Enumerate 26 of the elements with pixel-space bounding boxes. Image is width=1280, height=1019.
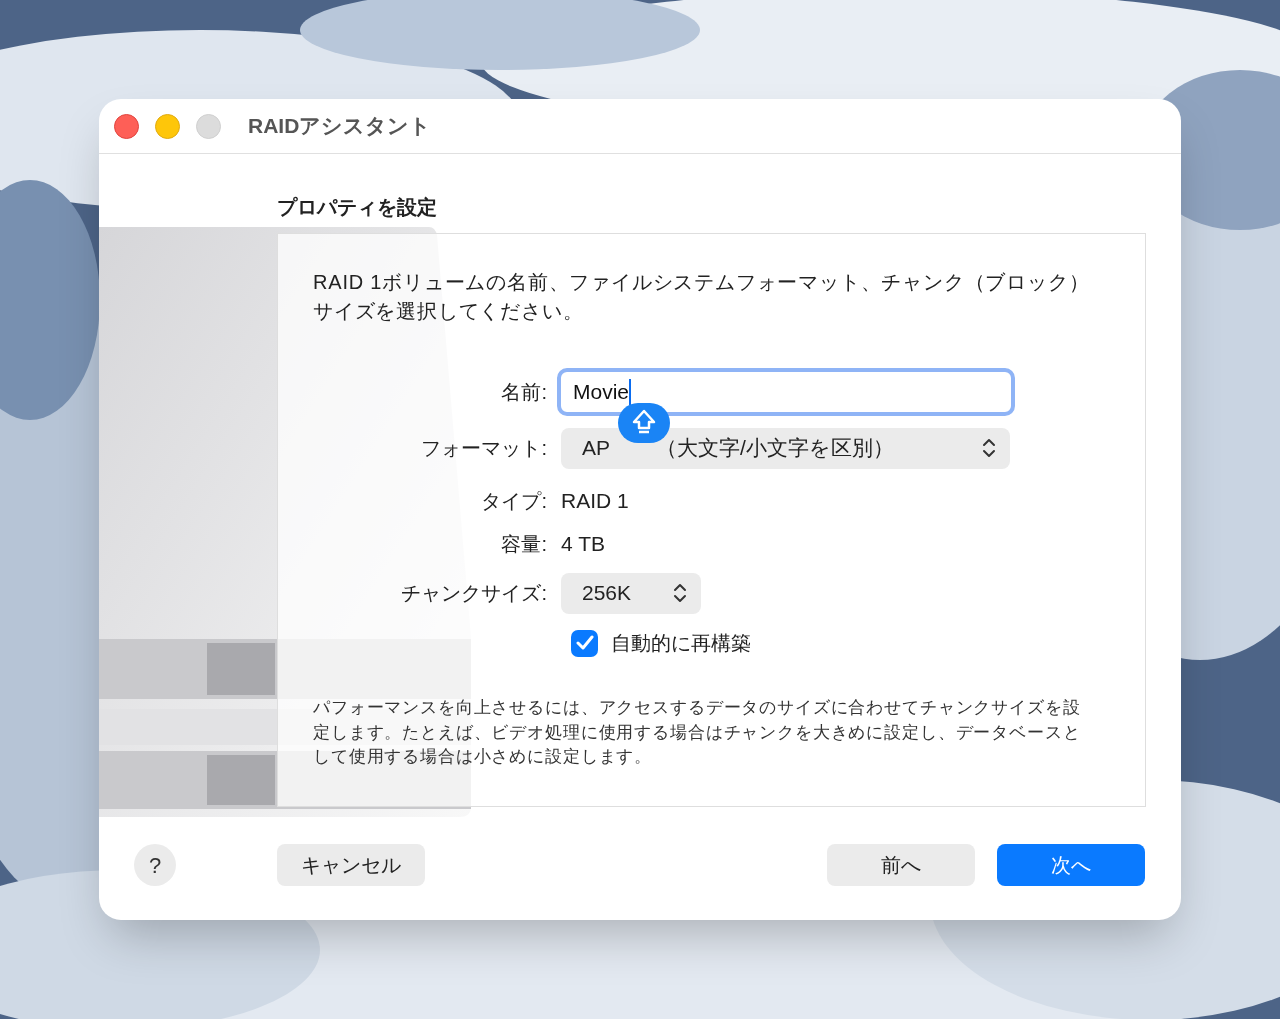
next-button[interactable]: 次へ	[997, 844, 1145, 886]
checkmark-icon	[575, 635, 594, 651]
chunk-size-popup-button[interactable]: 256K	[561, 572, 701, 614]
name-input-field[interactable]: Movie	[557, 368, 1015, 416]
description-text: RAID 1ボリュームの名前、ファイルシステムフォーマット、チャンク（ブロック）サイズを選択してください。	[313, 270, 1091, 324]
help-button[interactable]: ?	[134, 844, 176, 886]
checkbox-label: 自動的に再構築	[611, 631, 751, 656]
cancel-button[interactable]: キャンセル	[277, 844, 425, 886]
field-label: 名前:	[500, 380, 548, 405]
field-label: チャンクサイズ:	[400, 581, 548, 606]
field-label: 容量:	[500, 532, 548, 557]
field-label: タイプ:	[480, 489, 548, 514]
field-label: フォーマット:	[420, 436, 548, 461]
note-text: パフォーマンスを向上させるには、アクセスするデータのサイズに合わせてチャンクサイズを設定します。たとえば、ビデオ処理に使用する場合はチャンクを大きめに設定し、データベースとして使用する場合は小さめに設定します。	[313, 697, 1082, 768]
up-down-chevron-icon	[982, 438, 996, 458]
up-down-chevron-icon	[673, 583, 687, 603]
close-button[interactable]	[114, 113, 139, 139]
format-popup-button[interactable]: AP （大文字/小文字を区別）	[561, 427, 1010, 469]
minimize-button[interactable]	[155, 113, 180, 139]
format-value: （大文字/小文字を区別）	[656, 435, 894, 462]
back-button[interactable]: 前へ	[827, 844, 975, 886]
checkbox[interactable]	[571, 629, 598, 657]
window-title: RAIDアシスタント	[248, 113, 432, 140]
type-value: RAID 1	[561, 488, 629, 515]
section-heading: プロパティを設定	[277, 195, 437, 220]
capacity-value: 4 TB	[561, 531, 605, 558]
